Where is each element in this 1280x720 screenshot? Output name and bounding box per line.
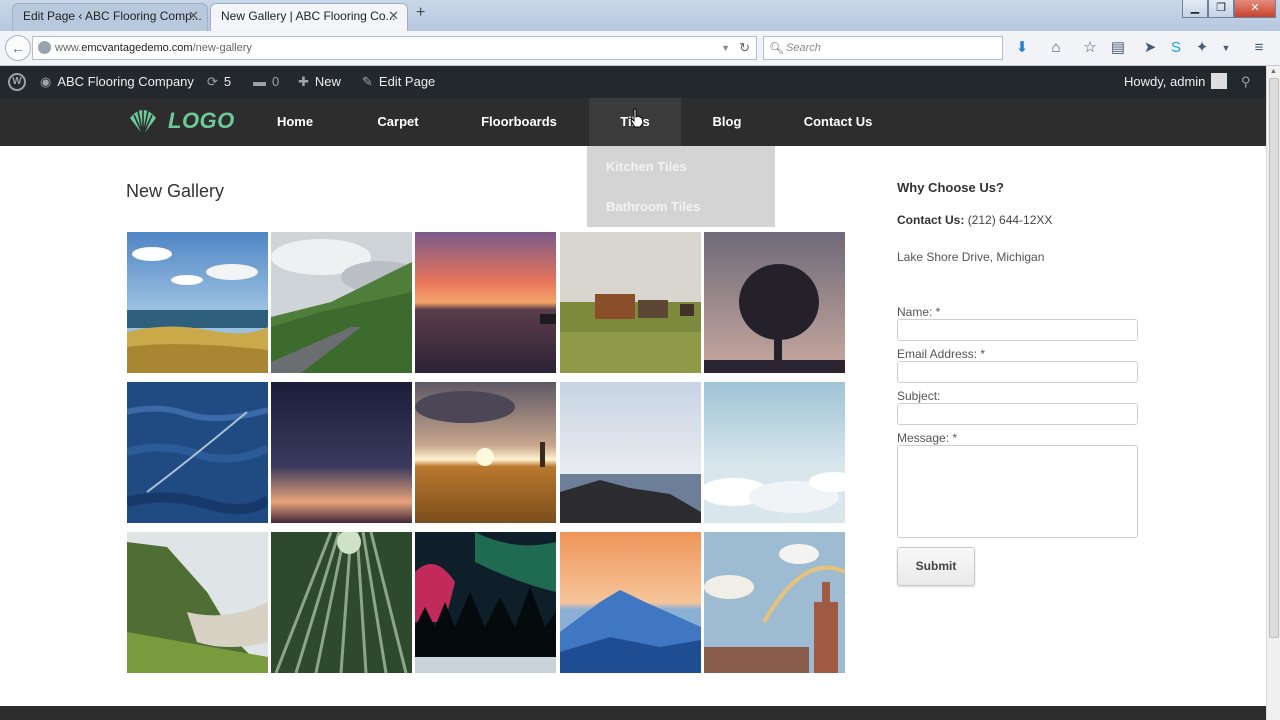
window-close-icon[interactable]: ✕ bbox=[1234, 0, 1276, 18]
close-icon[interactable]: ✕ bbox=[388, 4, 399, 28]
globe-icon bbox=[38, 41, 51, 54]
url-path: /new-gallery bbox=[192, 42, 252, 54]
gallery-image-bamboo-forest[interactable] bbox=[271, 532, 412, 673]
gallery-image-aurora-forest[interactable] bbox=[415, 532, 556, 673]
address-bar[interactable]: www.emcvantagedemo.com/new-gallery ▼ ↻ bbox=[32, 36, 757, 60]
extension-icon[interactable]: ✦ bbox=[1193, 39, 1211, 57]
gallery-image-ocean-waves[interactable] bbox=[127, 382, 268, 523]
gallery-image-field-sunset[interactable] bbox=[415, 382, 556, 523]
menu-home[interactable]: Home bbox=[265, 98, 325, 146]
url-domain: emcvantagedemo.com bbox=[81, 42, 193, 54]
tab-label: Edit Page ‹ ABC Flooring Comp... bbox=[23, 9, 202, 23]
menu-blog[interactable]: Blog bbox=[704, 98, 750, 146]
admin-updates[interactable]: ⟳ 5 bbox=[207, 66, 231, 98]
tab-edit-page[interactable]: Edit Page ‹ ABC Flooring Comp... ✕ bbox=[12, 3, 208, 31]
gallery-image-hay-harvest[interactable] bbox=[560, 232, 701, 373]
message-label: Message: * bbox=[897, 431, 958, 445]
new-label: New bbox=[314, 74, 341, 89]
wp-admin-bar: W ◉ ABC Flooring Company ⟳ 5 ▬ 0 ✚ New ✎ Edit… bbox=[0, 66, 1266, 98]
name-label: Name: * bbox=[897, 305, 941, 319]
minimize-icon[interactable]: ▁ bbox=[1182, 0, 1208, 18]
page-title: New Gallery bbox=[126, 181, 225, 201]
browser-tab-bar: Edit Page ‹ ABC Flooring Comp... ✕ New G… bbox=[0, 0, 1280, 31]
hand-cursor-icon bbox=[630, 108, 644, 128]
close-icon[interactable]: ✕ bbox=[188, 4, 199, 28]
menu-carpet[interactable]: Carpet bbox=[366, 98, 430, 146]
reading-list-icon[interactable]: ▤ bbox=[1109, 39, 1127, 57]
maximize-icon[interactable]: ❐ bbox=[1208, 0, 1234, 18]
home-icon[interactable]: ⌂ bbox=[1047, 39, 1065, 57]
avatar[interactable] bbox=[1211, 73, 1227, 89]
edit-page-label: Edit Page bbox=[378, 74, 436, 89]
contact-line: Contact Us: (212) 644-12XX bbox=[897, 213, 1052, 227]
address: Lake Shore Drive, Michigan bbox=[897, 250, 1045, 264]
gallery-image-sunset-sea[interactable] bbox=[415, 232, 556, 373]
pencil-icon: ✎ bbox=[362, 74, 373, 89]
gallery-image-mountain-sunrise[interactable] bbox=[560, 532, 701, 673]
dashboard-icon: ◉ bbox=[40, 74, 52, 89]
scroll-up-icon[interactable]: ▲ bbox=[1270, 68, 1277, 75]
submit-button[interactable]: Submit bbox=[897, 547, 975, 586]
site-footer bbox=[0, 706, 1266, 720]
bookmark-star-icon[interactable]: ☆ bbox=[1081, 39, 1099, 57]
browser-search-field[interactable]: 🔍︎ Search bbox=[763, 36, 1003, 60]
dropdown-item-bathroom-tiles[interactable]: Bathroom Tiles bbox=[606, 199, 700, 214]
logo-text[interactable]: LOGO bbox=[168, 108, 235, 134]
updates-count: 5 bbox=[223, 74, 232, 89]
scrollbar-thumb[interactable] bbox=[1269, 78, 1279, 638]
url-prefix: www. bbox=[55, 42, 82, 54]
menu-contact-us[interactable]: Contact Us bbox=[798, 98, 878, 146]
page-scrollbar[interactable]: ▲ bbox=[1266, 66, 1280, 720]
wordpress-logo-icon[interactable]: W bbox=[8, 73, 26, 91]
subject-label: Subject: bbox=[897, 389, 941, 403]
browser-navigation-bar: ← www.emcvantagedemo.com/new-gallery ▼ ↻… bbox=[0, 31, 1280, 66]
tab-new-gallery[interactable]: New Gallery | ABC Flooring Co... ✕ bbox=[210, 3, 408, 31]
search-icon: 🔍︎ bbox=[769, 41, 785, 55]
reload-icon[interactable]: ↻ bbox=[739, 37, 750, 59]
contact-phone: (212) 644-12XX bbox=[967, 213, 1053, 227]
admin-comments[interactable]: ▬ 0 bbox=[253, 66, 279, 98]
admin-edit-page[interactable]: ✎ Edit Page bbox=[362, 66, 435, 98]
subject-field[interactable] bbox=[897, 403, 1138, 425]
gallery-image-city-rainbow[interactable] bbox=[704, 532, 845, 673]
admin-new[interactable]: ✚ New bbox=[298, 66, 341, 98]
email-label: Email Address: * bbox=[897, 347, 986, 361]
comment-icon: ▬ bbox=[253, 74, 266, 89]
dropdown-item-kitchen-tiles[interactable]: Kitchen Tiles bbox=[606, 159, 687, 174]
gallery-image-night-gradient[interactable] bbox=[271, 382, 412, 523]
download-icon[interactable]: ⬇ bbox=[1013, 39, 1031, 57]
email-field[interactable] bbox=[897, 361, 1138, 383]
message-field[interactable] bbox=[897, 445, 1138, 538]
gallery-image-beach-sky[interactable] bbox=[127, 232, 268, 373]
contact-label: Contact Us: bbox=[897, 213, 965, 227]
gallery-image-green-cliffs[interactable] bbox=[127, 532, 268, 673]
shell-logo-icon[interactable] bbox=[127, 106, 159, 136]
skype-icon[interactable]: S bbox=[1167, 39, 1185, 57]
send-icon[interactable]: ➤ bbox=[1141, 39, 1159, 57]
menu-floorboards[interactable]: Floorboards bbox=[476, 98, 562, 146]
gallery-image-mountain-road[interactable] bbox=[271, 232, 412, 373]
search-placeholder: Search bbox=[786, 42, 821, 54]
refresh-icon: ⟳ bbox=[207, 74, 218, 89]
plus-icon: ✚ bbox=[298, 74, 309, 89]
search-icon[interactable]: ⚲ bbox=[1241, 66, 1251, 98]
admin-site-name[interactable]: ◉ ABC Flooring Company bbox=[40, 66, 194, 98]
gallery-image-silhouette-tree[interactable] bbox=[704, 232, 845, 373]
back-arrow-icon[interactable]: ← bbox=[5, 35, 31, 61]
name-field[interactable] bbox=[897, 319, 1138, 341]
sidebar-heading: Why Choose Us? bbox=[897, 180, 1004, 195]
tiles-dropdown-menu: Kitchen Tiles Bathroom Tiles bbox=[587, 146, 775, 227]
site-name-label: ABC Flooring Company bbox=[57, 74, 194, 89]
dropdown-arrow-icon[interactable]: ▼ bbox=[721, 37, 730, 59]
admin-howdy[interactable]: Howdy, admin bbox=[1124, 66, 1205, 98]
tab-label: New Gallery | ABC Flooring Co... bbox=[221, 9, 396, 23]
hamburger-menu-icon[interactable]: ≡ bbox=[1250, 39, 1268, 57]
new-tab-icon[interactable]: + bbox=[416, 4, 425, 22]
comments-count: 0 bbox=[272, 74, 280, 89]
gallery-image-clouds-above[interactable] bbox=[704, 382, 845, 523]
gallery-image-rocky-coast[interactable] bbox=[560, 382, 701, 523]
howdy-label: Howdy, admin bbox=[1124, 74, 1206, 89]
chevron-down-icon[interactable]: ▼ bbox=[1217, 39, 1235, 57]
